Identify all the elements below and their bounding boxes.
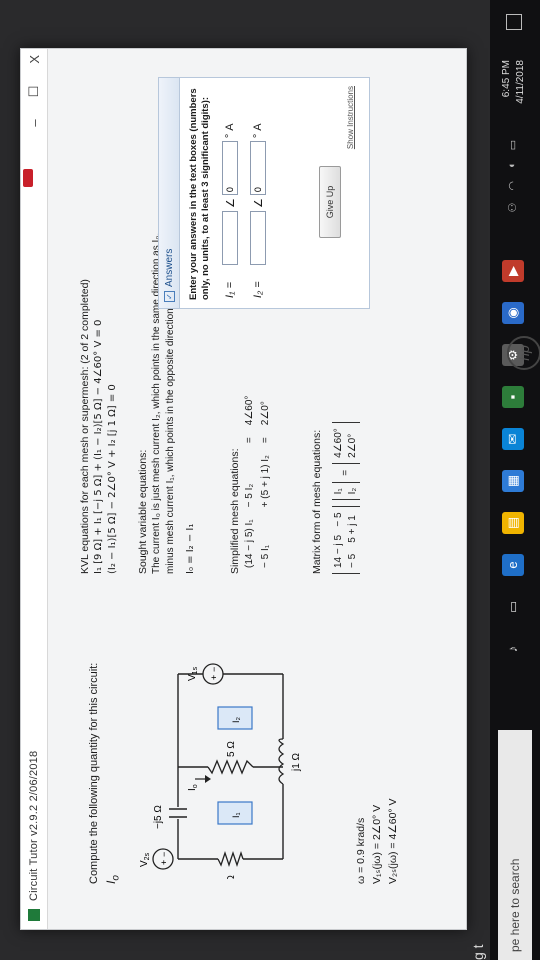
vs-right-label: V1s: [187, 666, 199, 681]
i1-phase-input[interactable]: [222, 141, 238, 196]
io-arrow-icon: [205, 775, 211, 783]
taskbar-apps: ♪ ▭ e ▤ ▦ ✉ ▪ ⚙ ◉ ▶: [502, 260, 524, 660]
rotated-screen: Circuit Tutor v2.9.2 2/06/2018 – ☐ X Com…: [0, 0, 540, 960]
table-row: (14 − j 5) I₁ − 5 I₂ = 4∠60°: [244, 395, 255, 568]
task-view-icon[interactable]: ▭: [502, 596, 524, 618]
app-window: Circuit Tutor v2.9.2 2/06/2018 – ☐ X Com…: [20, 48, 467, 930]
tray-clock[interactable]: 6:45 PM 4/11/2018: [500, 60, 528, 104]
answers-panel: ✓ Answers Enter your answers in the text…: [158, 77, 370, 309]
resistor-9-ohm: [217, 850, 244, 868]
res-left-label: 9 Ω: [226, 875, 237, 879]
answers-header: ✓ Answers: [159, 78, 180, 308]
matrix-section: Matrix form of mesh equations: 14 − j 5 …: [310, 422, 360, 574]
file-explorer-icon[interactable]: ▤: [502, 512, 524, 534]
network-icon[interactable]: ◠: [506, 181, 519, 191]
restore-button[interactable]: ☐: [26, 86, 42, 98]
io-label: Io: [187, 784, 199, 791]
media-icon[interactable]: ▶: [502, 260, 524, 282]
window-title: Circuit Tutor v2.9.2 2/06/2018: [28, 750, 40, 901]
matrix-x: I₁ I₂: [332, 481, 360, 501]
kvl-eq-1: I₁ [9 Ω] + I₁ [−j 5 Ω] + (I₁ − I₂)[5 Ω] …: [93, 319, 104, 574]
circuit-tutor-app-icon[interactable]: ▪: [502, 386, 524, 408]
svg-text:+: +: [159, 860, 169, 865]
chrome-icon[interactable]: ◉: [502, 302, 524, 324]
sought-heading: Sought variable equations:: [137, 449, 149, 574]
cap-label: −j5 Ω: [153, 805, 164, 829]
store-icon[interactable]: ▦: [502, 470, 524, 492]
svg-text:−: −: [159, 852, 169, 857]
close-button[interactable]: X: [27, 55, 42, 64]
system-tray: ⚇ ◠ ◖ ▭: [506, 140, 519, 213]
edge-glyph-text: g t: [470, 944, 486, 960]
microphone-icon[interactable]: ♪: [502, 638, 524, 660]
show-instructions-link[interactable]: Show Instructions: [346, 86, 355, 149]
edge-browser-icon[interactable]: e: [502, 554, 524, 576]
i1-magnitude-input[interactable]: [222, 211, 238, 265]
simplified-heading: Simplified mesh equations:: [229, 448, 241, 574]
matrix-a: 14 − j 5 − 5 − 5 5 + j 1: [332, 506, 360, 574]
kvl-section: KVL equations for each mesh or supermesh…: [78, 279, 120, 574]
simplified-section: Simplified mesh equations: (14 − j 5) I₁…: [228, 390, 274, 574]
give-up-button[interactable]: Give Up: [319, 166, 341, 238]
param-v1s: V₁ₛ(jω) = 2∠0° V: [371, 804, 383, 884]
source-left-icon: + −: [152, 848, 174, 870]
notification-badge-icon: [23, 169, 33, 187]
target-quantity: Io: [104, 875, 122, 884]
simplified-table: (14 − j 5) I₁ − 5 I₂ = 4∠60° − 5 I₁ + (5…: [242, 390, 274, 574]
i2-phase-input[interactable]: [250, 141, 266, 196]
app-icon: [28, 909, 40, 921]
minimize-button[interactable]: –: [27, 119, 42, 126]
ind-label: j1 Ω: [291, 752, 302, 772]
matrix-equation: 14 − j 5 − 5 − 5 5 + j 1 I₁ I₂ = 4∠60° 2…: [332, 422, 360, 574]
i2-magnitude-input[interactable]: [250, 211, 266, 265]
vs-left-label: V2s: [139, 852, 151, 867]
kvl-heading: KVL equations for each mesh or supermesh…: [79, 279, 91, 574]
param-omega: ω = 0.9 krad/s: [355, 817, 367, 884]
matrix-heading: Matrix form of mesh equations:: [311, 429, 323, 574]
taskbar-search-input[interactable]: pe here to search: [498, 730, 532, 960]
taskbar: pe here to search ♪ ▭ e ▤ ▦ ✉ ▪ ⚙ ◉ ▶ ⚇ …: [490, 0, 540, 960]
hp-logo: hp: [507, 336, 540, 370]
svg-text:+: +: [209, 675, 219, 680]
param-v2s: V₂ₛ(jω) = 4∠60° V: [387, 798, 399, 884]
matrix-b: 4∠60° 2∠0°: [332, 422, 360, 464]
answer-row-i1: I₁ = ∠ ° A: [216, 78, 244, 308]
volume-icon[interactable]: ◖: [506, 162, 519, 169]
circuit-diagram: + − + − −j5 Ω 9 Ω 5 Ω j1 Ω: [139, 663, 302, 879]
tutor-content: Compute the following quantity for this …: [48, 49, 466, 929]
kvl-eq-2: (I₂ − I₁)[5 Ω] − 2∠0° V + I₂ [j 1 Ω] = 0: [107, 384, 118, 574]
battery-icon[interactable]: ▭: [506, 140, 519, 150]
answer-row-i2: I₂ = ∠ ° A: [244, 78, 272, 308]
inductor-j1-ohm: [278, 738, 285, 785]
people-icon[interactable]: ⚇: [506, 203, 519, 213]
mail-icon[interactable]: ✉: [502, 428, 524, 450]
res-mid-label: 5 Ω: [226, 741, 237, 757]
answers-instructions: Enter your answers in the text boxes (nu…: [188, 88, 211, 300]
problem-prompt: Compute the following quantity for this …: [88, 662, 100, 884]
matrix-equals: =: [340, 469, 351, 476]
svg-text:−: −: [209, 667, 219, 672]
notifications-icon[interactable]: [506, 14, 522, 30]
circuit-parameters: ω = 0.9 krad/s V₁ₛ(jω) = 2∠0° V V₂ₛ(jω) …: [353, 798, 401, 884]
resistor-5-ohm: [207, 759, 254, 775]
table-row: − 5 I₁ + (5 + j 1) I₂ = 2∠0°: [260, 401, 271, 568]
mesh1-label: I₁: [231, 812, 241, 818]
title-bar: Circuit Tutor v2.9.2 2/06/2018 – ☐ X: [21, 49, 48, 929]
answers-check-icon: ✓: [163, 291, 175, 302]
mesh2-label: I₂: [231, 716, 241, 723]
